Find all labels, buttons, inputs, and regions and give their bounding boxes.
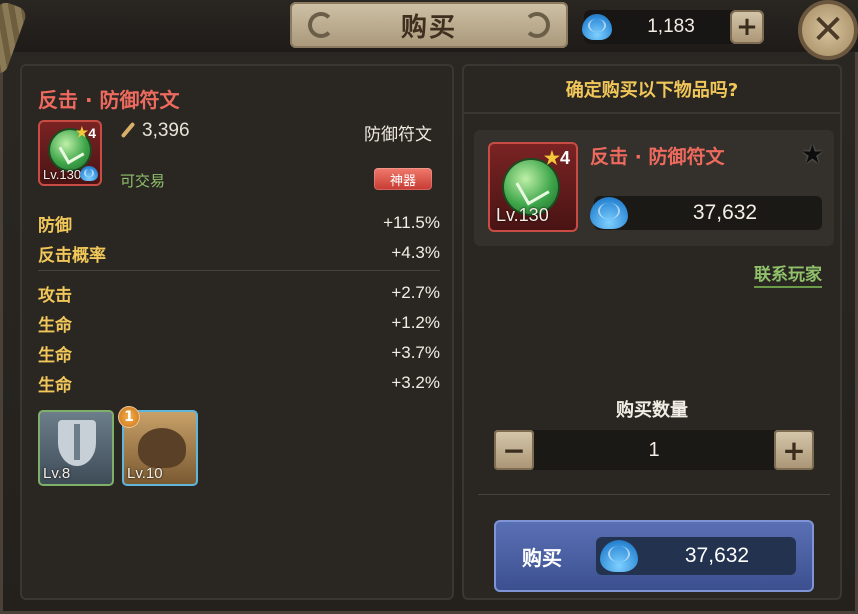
quantity-stepper: − 1 + — [494, 430, 814, 470]
close-icon: ✕ — [811, 7, 845, 53]
stat-row: 攻击 +2.7% — [38, 278, 440, 308]
power-value: 3,396 — [120, 120, 190, 142]
skill-level: Lv.8 — [43, 465, 71, 482]
unit-price: 37,632 — [590, 196, 822, 230]
add-currency-button[interactable]: + — [730, 10, 764, 44]
stat-value: +4.3% — [391, 243, 440, 262]
item-level: Lv.130 — [43, 167, 82, 182]
star-count: 4 — [88, 124, 96, 141]
top-bar: 购买 1,183 + ✕ — [0, 0, 858, 77]
stat-value: +11.5% — [383, 213, 440, 232]
star-rating: ★ 4 — [76, 124, 96, 141]
shield-icon — [58, 420, 96, 466]
shell-currency-icon — [590, 197, 628, 229]
confirm-question: 确定购买以下物品吗? — [464, 66, 840, 114]
favorite-star-icon[interactable]: ★ — [801, 140, 824, 170]
sub-stats: 攻击 +2.7% 生命 +1.2% 生命 +3.7% 生命 +3.2% — [38, 278, 440, 398]
artifact-badge: 神器 — [374, 168, 432, 190]
stat-name: 防御 — [38, 215, 72, 236]
stat-name: 攻击 — [38, 285, 72, 306]
close-button[interactable]: ✕ — [798, 0, 858, 60]
item-name: 反击 · 防御符文 — [590, 146, 725, 168]
stat-row: 防御 +11.5% — [38, 208, 440, 238]
star-icon: ★ — [75, 124, 89, 140]
shell-currency-icon — [600, 540, 638, 572]
item-type: 防御符文 — [364, 125, 432, 145]
stat-row: 反击概率 +4.3% — [38, 238, 440, 268]
price-amount: 37,632 — [692, 201, 758, 224]
star-count: 4 — [559, 148, 570, 168]
item-icon[interactable]: ★ 4 Lv.130 — [38, 120, 102, 186]
stat-name: 生命 — [38, 345, 72, 366]
stat-name: 反击概率 — [38, 245, 106, 266]
item-icon[interactable]: ★ 4 Lv.130 — [488, 142, 578, 232]
purchase-item-card: ★ 4 Lv.130 反击 · 防御符文 ★ 37,632 — [474, 130, 834, 246]
tradeable-label: 可交易 — [120, 172, 166, 190]
buy-label: 购买 — [522, 545, 562, 570]
power-number: 3,396 — [142, 120, 190, 141]
item-level: Lv.130 — [496, 205, 549, 225]
skill-level: Lv.10 — [127, 465, 163, 482]
title-plate: 购买 — [290, 2, 568, 48]
quantity-label: 购买数量 — [616, 400, 688, 421]
beast-icon — [138, 428, 186, 468]
star-rating: ★ 4 — [544, 148, 570, 169]
contact-player-link[interactable]: 联系玩家 — [754, 260, 822, 288]
skill-slot[interactable]: Lv.8 — [38, 410, 114, 486]
page-title: 购买 — [400, 12, 457, 43]
stat-value: +3.2% — [391, 373, 440, 392]
swirl-ornament-icon — [524, 12, 550, 38]
total-price: 37,632 — [596, 537, 796, 575]
divider — [478, 494, 830, 495]
stat-row: 生命 +1.2% — [38, 308, 440, 338]
stat-row: 生命 +3.7% — [38, 338, 440, 368]
quantity-value[interactable]: 1 — [648, 439, 659, 462]
stat-name: 生命 — [38, 315, 72, 336]
buy-button[interactable]: 购买 37,632 — [494, 520, 814, 592]
main-stats: 防御 +11.5% 反击概率 +4.3% — [38, 208, 440, 268]
swirl-ornament-icon — [308, 12, 334, 38]
sword-icon — [120, 123, 136, 139]
stat-value: +2.7% — [391, 283, 440, 302]
star-icon: ★ — [543, 148, 560, 168]
shell-currency-icon — [80, 166, 98, 181]
divider — [38, 270, 440, 271]
item-name: 反击 · 防御符文 — [38, 88, 180, 112]
stat-row: 生命 +3.2% — [38, 368, 440, 398]
total-price-amount: 37,632 — [684, 544, 750, 567]
stat-value: +3.7% — [391, 343, 440, 362]
decrease-button[interactable]: − — [494, 430, 534, 470]
item-detail-panel: 反击 · 防御符文 ★ 4 Lv.130 3,396 防御符文 可交易 神器 防御… — [20, 64, 454, 600]
stat-value: +1.2% — [391, 313, 440, 332]
skill-count-badge: 1 — [118, 406, 140, 428]
currency-amount: 1,183 — [647, 16, 695, 37]
increase-button[interactable]: + — [774, 430, 814, 470]
currency-display: 1,183 + — [582, 10, 764, 44]
stat-name: 生命 — [38, 375, 72, 396]
purchase-panel: 确定购买以下物品吗? ★ 4 Lv.130 反击 · 防御符文 ★ 37,632 … — [462, 64, 842, 600]
shell-currency-icon — [582, 14, 612, 40]
